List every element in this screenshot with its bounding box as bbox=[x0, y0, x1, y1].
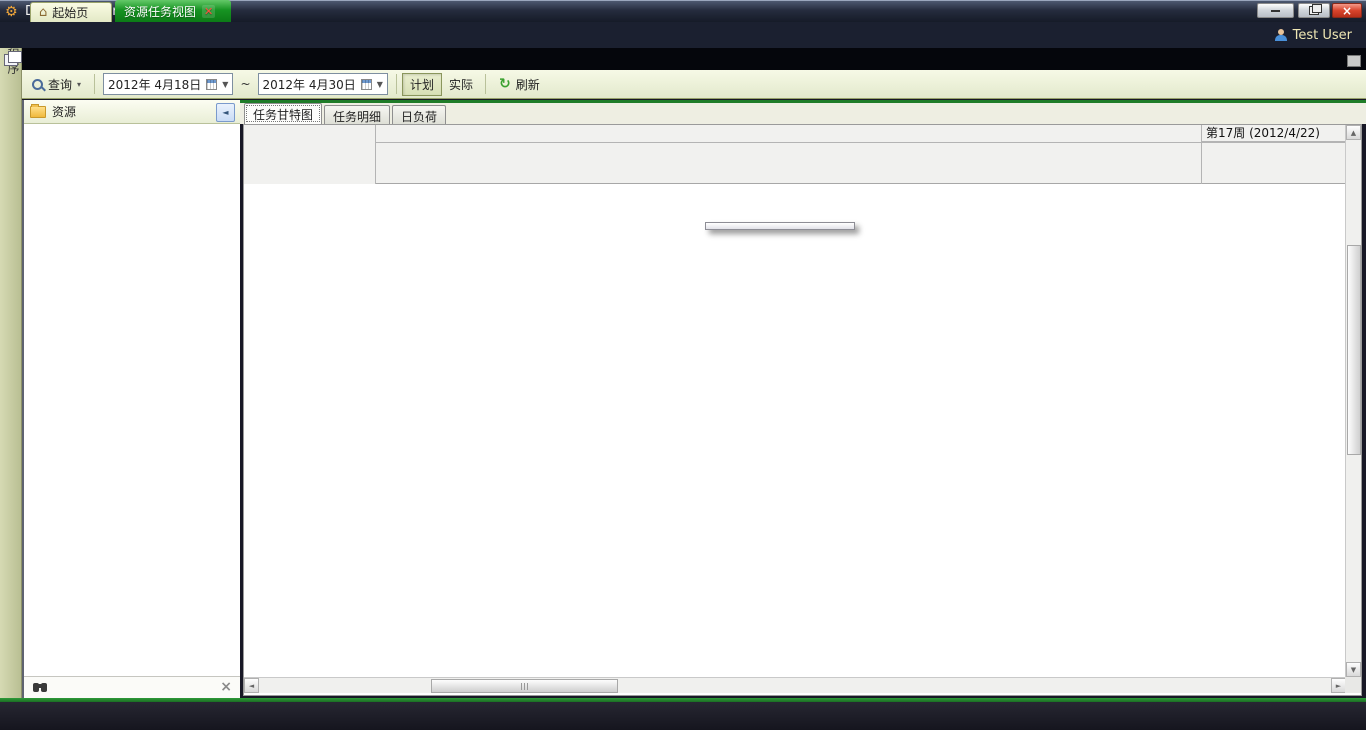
tab-task-detail[interactable]: 任务明细 bbox=[324, 105, 390, 124]
date-from-field[interactable]: 2012年 4月18日 ▼ bbox=[103, 73, 233, 95]
calendar-icon bbox=[361, 79, 372, 90]
date-to-field[interactable]: 2012年 4月30日 ▼ bbox=[258, 73, 388, 95]
restore-button[interactable] bbox=[1298, 3, 1330, 18]
plan-toggle-button[interactable]: 计划 bbox=[402, 73, 442, 96]
query-caret-icon: ▾ bbox=[77, 80, 81, 89]
tab-home-label: 起始页 bbox=[52, 4, 88, 21]
horizontal-scrollbar[interactable]: ◄ ► bbox=[244, 677, 1346, 693]
gantt-chart: 第17周 (2012/4/22) ◄ ► ▲ ▼ bbox=[243, 124, 1362, 696]
side-strip: 程序 bbox=[0, 48, 22, 698]
vertical-scrollbar[interactable]: ▲ ▼ bbox=[1345, 125, 1361, 677]
toolbar-separator bbox=[396, 74, 397, 94]
refresh-icon: ↻ bbox=[499, 78, 511, 91]
program-panel-icon[interactable] bbox=[4, 54, 18, 66]
gantt-rows bbox=[244, 184, 1361, 677]
minimize-icon bbox=[1271, 10, 1280, 12]
resource-panel-title: 资源 bbox=[52, 103, 76, 120]
toolbar-separator bbox=[94, 74, 95, 94]
date-from-value: 2012年 4月18日 bbox=[108, 76, 201, 93]
document-tab-strip bbox=[0, 48, 1366, 70]
actual-toggle-button[interactable]: 实际 bbox=[442, 74, 480, 95]
minimize-button[interactable] bbox=[1257, 3, 1294, 18]
user-icon bbox=[1275, 29, 1287, 41]
toolbar: 查询 ▾ 2012年 4月18日 ▼ ~ 2012年 4月30日 ▼ 计划 实际… bbox=[22, 70, 1366, 99]
date-range-separator: ~ bbox=[236, 77, 254, 91]
resource-panel-footer: × bbox=[24, 676, 240, 698]
restore-icon bbox=[1309, 6, 1319, 15]
user-name: Test User bbox=[1293, 28, 1352, 43]
tab-task-gantt[interactable]: 任务甘特图 bbox=[244, 103, 322, 124]
query-label: 查询 bbox=[48, 76, 72, 93]
horizontal-scroll-thumb[interactable] bbox=[431, 679, 618, 693]
task-tooltip bbox=[705, 222, 855, 230]
panel-collapse-button[interactable]: ◄ bbox=[216, 103, 235, 122]
refresh-label: 刷新 bbox=[516, 76, 540, 93]
tab-resource-task-view[interactable]: 资源任务视图 ✕ bbox=[115, 0, 231, 22]
tab-daily-load[interactable]: 日负荷 bbox=[392, 105, 446, 124]
panel-close-icon[interactable]: × bbox=[220, 679, 232, 695]
date-from-caret-icon[interactable]: ▼ bbox=[222, 80, 228, 89]
find-icon[interactable] bbox=[33, 683, 39, 692]
query-button[interactable]: 查询 ▾ bbox=[22, 76, 89, 93]
user-box[interactable]: Test User bbox=[1275, 22, 1352, 48]
week-header-body bbox=[1201, 142, 1346, 184]
search-icon bbox=[32, 79, 43, 90]
scrollbar-corner bbox=[1345, 677, 1361, 693]
scroll-left-icon[interactable]: ◄ bbox=[244, 678, 259, 693]
scroll-up-icon[interactable]: ▲ bbox=[1346, 125, 1361, 140]
resource-tree bbox=[24, 124, 240, 676]
scroll-down-icon[interactable]: ▼ bbox=[1346, 662, 1361, 677]
scroll-right-icon[interactable]: ► bbox=[1331, 678, 1346, 693]
date-to-value: 2012年 4月30日 bbox=[263, 76, 356, 93]
resource-panel-header: 资源 bbox=[24, 100, 240, 124]
tab-home[interactable]: ⌂ 起始页 bbox=[30, 2, 112, 22]
resource-panel: 资源 ◄ × bbox=[22, 100, 240, 698]
gantt-header: 第17周 (2012/4/22) bbox=[244, 125, 1361, 184]
app-gear-icon: ⚙ bbox=[5, 5, 19, 19]
gantt-header-label-cell bbox=[244, 125, 376, 184]
menu-bar: Test User bbox=[0, 22, 1366, 48]
view-tabs: 任务甘特图 任务明细 日负荷 bbox=[240, 103, 1366, 124]
home-icon: ⌂ bbox=[39, 7, 47, 19]
calendar-icon bbox=[206, 79, 217, 90]
window-list-icon[interactable] bbox=[1347, 55, 1361, 67]
refresh-button[interactable]: ↻ 刷新 bbox=[491, 76, 548, 93]
close-button[interactable]: × bbox=[1332, 3, 1362, 18]
vertical-scroll-thumb[interactable] bbox=[1347, 245, 1361, 455]
toolbar-separator bbox=[485, 74, 486, 94]
tab-active-label: 资源任务视图 bbox=[124, 3, 196, 20]
status-bar bbox=[0, 702, 1366, 730]
date-to-caret-icon[interactable]: ▼ bbox=[377, 80, 383, 89]
week-header: 第17周 (2012/4/22) bbox=[1201, 125, 1346, 142]
tab-close-icon[interactable]: ✕ bbox=[202, 5, 215, 18]
folder-icon bbox=[30, 106, 46, 118]
